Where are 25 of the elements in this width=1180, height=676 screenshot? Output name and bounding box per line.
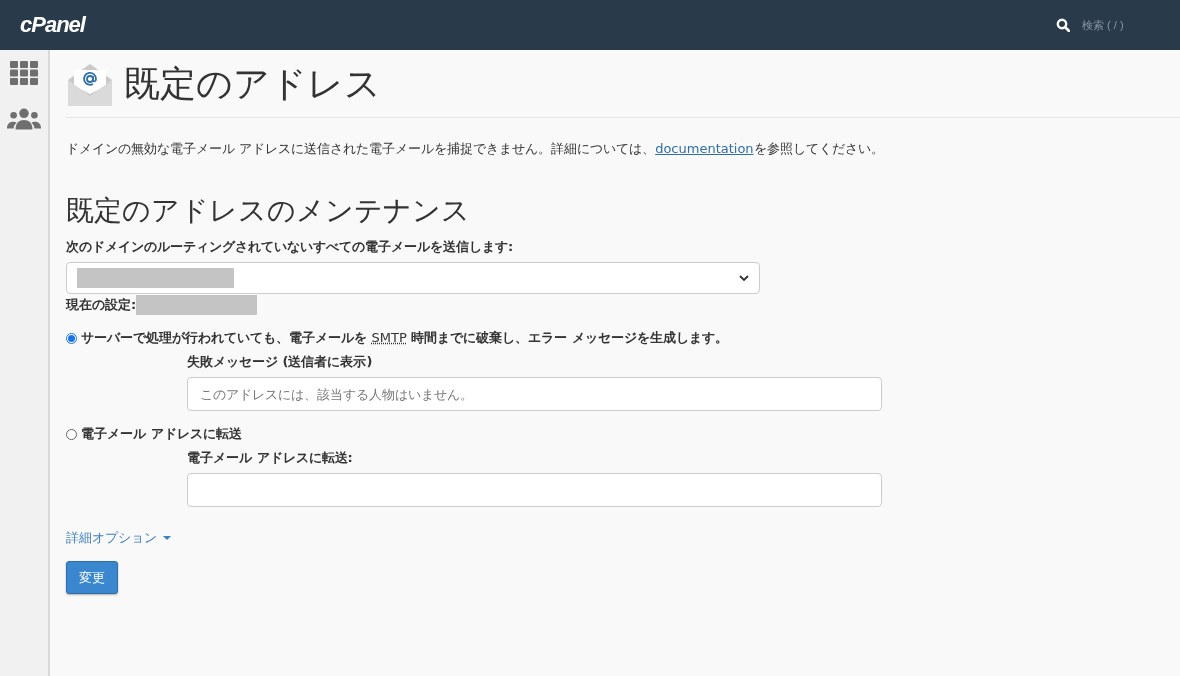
chevron-down-icon	[739, 274, 749, 282]
app-grid-icon	[10, 61, 38, 85]
page-title: 既定のアドレス	[124, 62, 381, 106]
current-setting-label: 現在の設定:	[66, 296, 137, 314]
input-field[interactable]	[187, 473, 882, 507]
documentation-link[interactable]: documentation	[655, 141, 754, 156]
radio-button[interactable]	[66, 332, 77, 344]
logo[interactable]: cPanel	[20, 12, 85, 38]
caret-icon	[163, 536, 171, 540]
field-label: 失敗メッセージ (送信者に表示)	[187, 353, 374, 371]
option-label: サーバーで処理が行われていても、電子メールを SMTP 時間までに破棄し、エラー メッセージを生成します。	[81, 329, 728, 347]
domain-label: 次のドメインのルーティングされていないすべての電子メールを送信します:	[66, 238, 515, 256]
users-icon	[7, 107, 41, 131]
input-field[interactable]: このアドレスには、該当する人物はいません。	[187, 377, 882, 411]
sidebar-item[interactable]	[7, 58, 41, 88]
description-text: ドメインの無効な電子メール アドレスに送信された電子メールを捕捉できません。詳細については、documentationを参照してください。	[66, 140, 885, 158]
field-label: 電子メール アドレスに転送:	[187, 449, 354, 467]
section-title: 既定のアドレスのメンテナンス	[66, 193, 471, 229]
search-icon	[1056, 18, 1070, 32]
radio-button[interactable]	[66, 428, 77, 440]
envelope-icon	[66, 61, 114, 108]
option-label: 電子メール アドレスに転送	[81, 425, 242, 443]
search-field[interactable]: 検索 ( / )	[1080, 18, 1144, 32]
submit-button[interactable]: 変更	[66, 561, 118, 594]
advanced-options-link[interactable]: 詳細オプション	[66, 529, 171, 547]
